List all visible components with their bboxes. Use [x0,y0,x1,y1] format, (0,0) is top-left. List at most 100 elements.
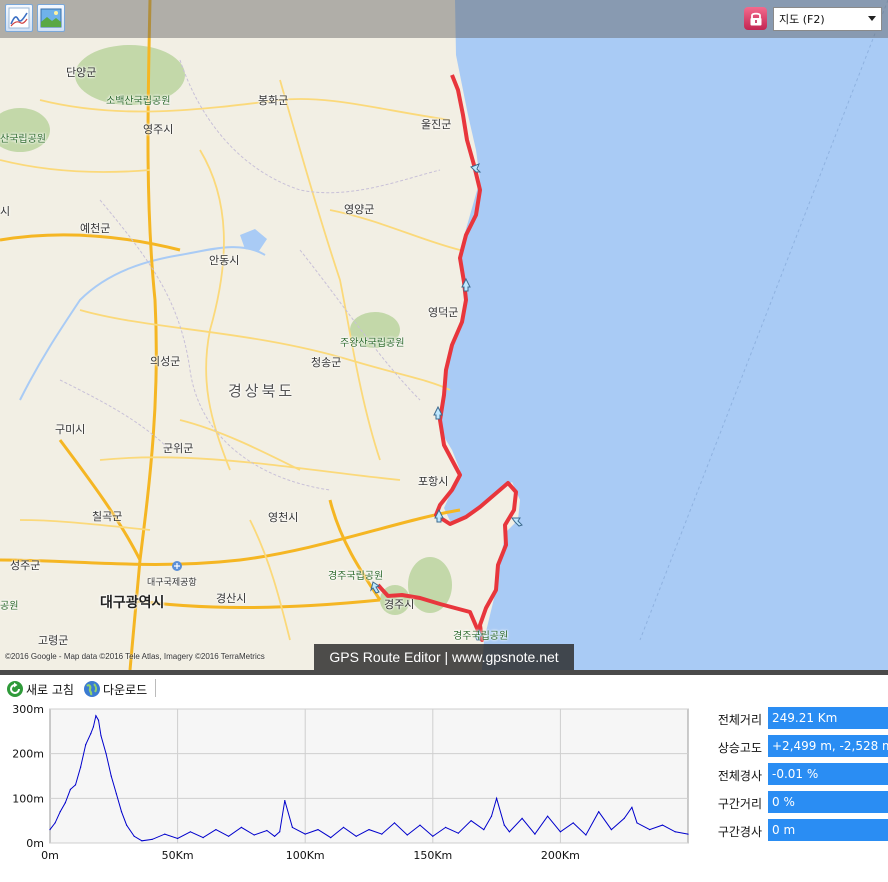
chevron-down-icon [868,16,876,21]
elevation-point [393,822,396,824]
elevation-point [80,766,82,768]
elevation-point [69,788,71,790]
elevation-point [445,826,447,828]
elevation-point [177,837,179,840]
stat-label: 구간경사 [717,825,762,839]
place-label-county: 영덕군 [428,306,459,319]
place-label-park: 소백산국립공원 [106,96,171,107]
globe-icon [84,681,100,697]
map-type-select[interactable]: 지도 (F2) [773,7,882,31]
elevation-point [503,824,505,826]
stat-value: 0 % [768,791,888,813]
stat-row: 구간거리 0 % [700,790,888,818]
elevation-point [228,835,230,837]
place-label-county: 칠곡군 [92,510,123,523]
elevation-point [97,719,100,721]
toolbar-separator [155,679,156,697]
elevation-point [141,840,143,842]
place-label-county: 성주군 [10,559,41,572]
elevation-point [496,797,498,799]
elevation-point [317,829,319,831]
x-tick-label: 150Km [413,849,452,862]
map-type-selected-value: 지도 (F2) [779,13,825,26]
x-tick-label: 0m [41,849,59,862]
stat-row: 전체경사 -0.01 % [700,762,888,790]
elevation-point [661,824,664,826]
elevation-point [126,824,128,826]
lock-icon [750,12,761,26]
elevation-point [64,802,66,804]
y-tick-label: 100m [12,792,44,805]
place-label-city: 구미시 [55,423,86,436]
elevation-point [54,822,56,824]
elevation-point [164,833,166,835]
elevation-point [610,829,613,831]
elevation-point [649,829,651,831]
elevation-point [490,815,493,817]
elevation-point [274,835,276,837]
elevation-point [291,826,293,828]
elevation-point [253,834,255,836]
elevation-chart-toggle-button[interactable] [5,4,33,32]
place-label-park: 경주국립공원 [453,631,509,642]
brand-banner: GPS Route Editor | www.gpsnote.net [314,644,574,670]
x-tick-label: 100Km [286,849,325,862]
stat-row: 전체거리 249.21 Km [700,706,888,734]
place-label-park: 경주국립공원 [328,571,384,582]
place-label-county: 봉화군 [258,94,289,107]
elevation-point [470,820,472,822]
place-label-park: 공원 [0,601,19,612]
stat-value: 249.21 Km [768,707,888,729]
place-label-city: 영천시 [268,511,299,524]
y-tick-label: 300m [12,703,44,716]
place-label-county: 단양군 [66,66,97,79]
satellite-view-button[interactable] [37,4,65,32]
elevation-point [74,784,77,786]
elevation-point [368,829,370,831]
airport-icon [172,561,182,571]
elevation-point [90,733,92,735]
elevation-point [133,835,135,837]
stat-label: 전체경사 [717,769,762,783]
stat-label: 상승고도 [717,741,762,755]
elevation-point [547,815,549,817]
place-label-city: 안동시 [209,254,240,267]
elevation-point [381,833,383,835]
elevation-point [598,811,600,813]
elevation-point [49,829,51,831]
stat-row: 상승고도 +2,499 m, -2,528 m [700,734,888,762]
chart-line-icon [8,7,30,29]
elevation-point [92,726,94,728]
stat-row: 구간경사 0 m [700,818,888,846]
refresh-button[interactable]: 새로 고침 [6,679,74,699]
elevation-point [508,831,510,833]
elevation-point [623,817,625,819]
elevation-point [687,833,689,835]
elevation-point [189,831,191,833]
elevation-point [85,744,87,746]
elevation-point [432,835,434,837]
elevation-point [534,833,536,835]
elevation-chart-panel[interactable]: 0m 100m 200m 300m 0m 50Km 100Km 150Km 200Km [0,703,700,882]
elevation-chart[interactable]: 0m100m200m300m0m 50Km 100Km 150Km 200Km [0,703,700,882]
map-attribution: ©2016 Google - Map data ©2016 Tele Atlas… [5,652,265,661]
place-label-county: 의성군 [150,355,181,368]
elevation-point [636,822,638,824]
map-view[interactable]: 단양군 소백산국립공원 봉화군 산국립공원 영주시 울진군 시 예천군 영양군 안동시 영덕군 주왕산… [0,0,888,670]
y-tick-label: 200m [12,748,44,761]
place-label-city: 포항시 [418,475,449,488]
download-button[interactable]: 다운로드 [83,679,147,699]
lock-button[interactable] [744,7,767,30]
elevation-point [240,826,242,828]
stat-label: 전체거리 [717,713,762,727]
elevation-point [631,806,633,808]
elevation-point [100,735,102,737]
elevation-point [115,793,117,795]
elevation-point [572,822,574,824]
elevation-point [457,832,459,834]
refresh-icon [7,681,23,697]
x-tick-label: 200Km [541,849,580,862]
elevation-point [215,829,217,831]
place-label-city: 경산시 [216,592,247,605]
elevation-point [95,715,97,717]
